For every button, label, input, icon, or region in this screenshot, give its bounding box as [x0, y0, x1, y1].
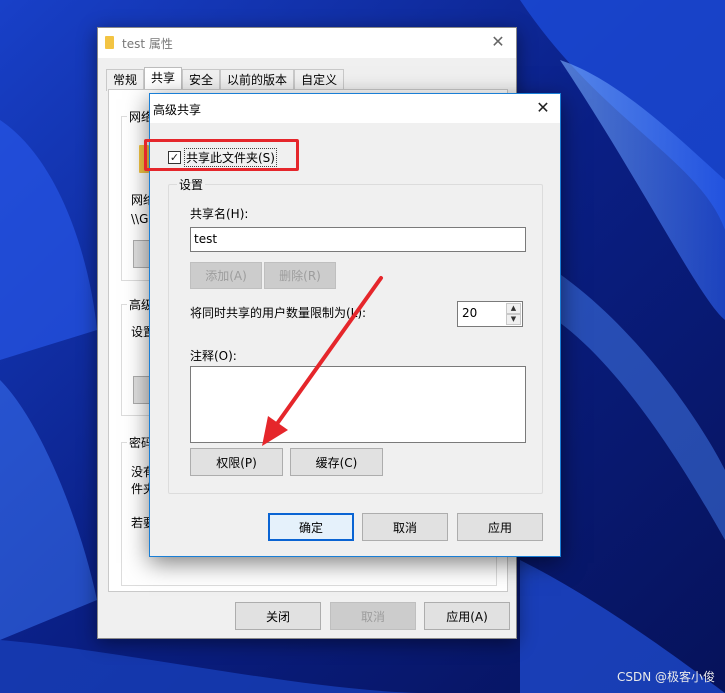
network-path: \\G	[131, 212, 149, 226]
share-folder-checkbox[interactable]: ✓	[168, 151, 181, 164]
folder-icon	[105, 36, 114, 49]
cancel-button[interactable]: 取消	[330, 602, 416, 630]
caching-button[interactable]: 缓存(C)	[290, 448, 383, 476]
settings-group-label: 设置	[177, 176, 206, 193]
advanced-sharing-dialog: 高级共享 ✕ ✓ 共享此文件夹(S) 设置 共享名(H): test 添加(A)…	[144, 93, 561, 557]
properties-titlebar[interactable]: test 属性 ✕	[98, 28, 516, 58]
dialog-apply-button[interactable]: 应用	[457, 513, 543, 541]
apply-button[interactable]: 应用(A)	[424, 602, 510, 630]
share-folder-checkbox-row[interactable]: ✓ 共享此文件夹(S)	[168, 148, 277, 167]
user-limit-label: 将同时共享的用户数量限制为(L):	[190, 306, 367, 320]
spin-up-icon[interactable]: ▲	[506, 303, 521, 314]
share-folder-label[interactable]: 共享此文件夹(S)	[184, 148, 277, 167]
close-icon[interactable]: ✕	[533, 98, 553, 118]
comment-label: 注释(O):	[190, 349, 237, 363]
tab-general[interactable]: 常规	[106, 69, 145, 91]
user-limit-stepper[interactable]: 20 ▲ ▼	[457, 301, 523, 327]
dialog-titlebar[interactable]: 高级共享 ✕	[150, 94, 560, 123]
comment-textarea[interactable]	[190, 366, 526, 443]
dialog-cancel-button[interactable]: 取消	[362, 513, 448, 541]
close-button[interactable]: 关闭	[235, 602, 321, 630]
spin-down-icon[interactable]: ▼	[506, 314, 521, 325]
permissions-button[interactable]: 权限(P)	[190, 448, 283, 476]
tab-previous-versions[interactable]: 以前的版本	[220, 69, 295, 91]
tab-security[interactable]: 安全	[182, 69, 221, 91]
properties-tabs: 常规 共享 安全 以前的版本 自定义	[106, 67, 345, 92]
share-name-input[interactable]: test	[190, 227, 526, 252]
tab-customize[interactable]: 自定义	[294, 69, 345, 91]
ok-button[interactable]: 确定	[268, 513, 354, 541]
watermark: CSDN @极客小俊	[616, 670, 715, 684]
share-name-label: 共享名(H):	[190, 207, 249, 221]
properties-title: test 属性	[122, 37, 173, 51]
close-icon[interactable]: ✕	[488, 32, 508, 52]
remove-button[interactable]: 删除(R)	[264, 262, 336, 289]
add-button[interactable]: 添加(A)	[190, 262, 262, 289]
user-limit-value[interactable]: 20	[462, 306, 477, 320]
dialog-title: 高级共享	[153, 103, 202, 117]
